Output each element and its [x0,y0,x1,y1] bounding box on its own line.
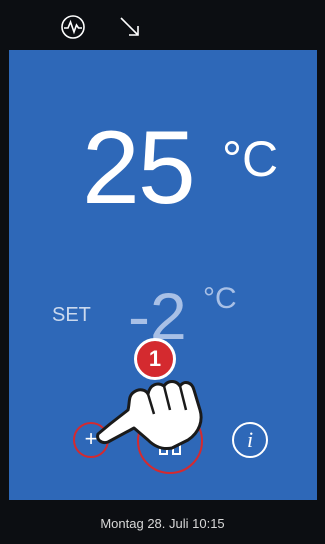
arrow-down-right-icon[interactable] [117,14,143,40]
datetime-label: Montag 28. Juli 10:15 [100,516,225,531]
footer-bar: Montag 28. Juli 10:15 [0,500,325,544]
current-temperature-unit: °C [222,131,279,187]
waveform-circle-icon[interactable] [60,14,86,40]
status-bar [0,0,325,50]
step-number-badge: 1 [134,338,176,380]
set-temperature-unit: °C [203,282,237,315]
info-button[interactable]: i [232,422,268,458]
current-temperature-value: 25 [82,110,196,226]
